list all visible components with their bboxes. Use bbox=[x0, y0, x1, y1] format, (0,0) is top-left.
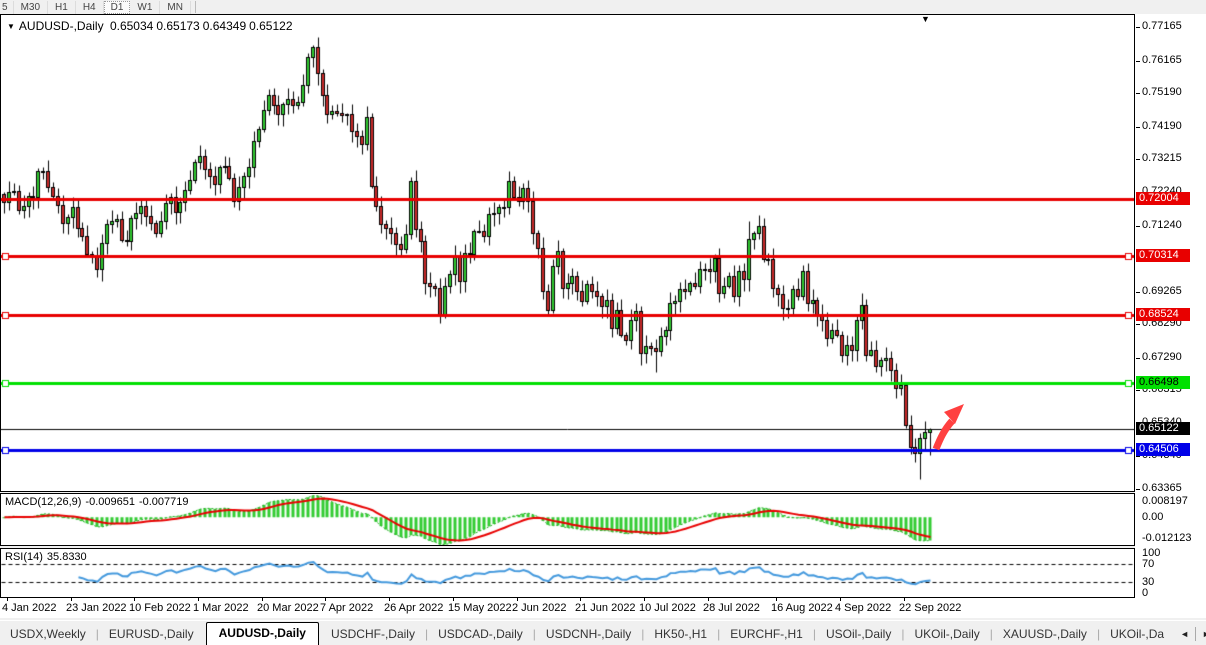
date-axis-label: 2 Jun 2022 bbox=[512, 602, 566, 614]
macd-axis-label: -0.012123 bbox=[1142, 532, 1192, 544]
ohlc-open: 0.65034 bbox=[110, 19, 153, 33]
date-axis-tick bbox=[776, 598, 777, 601]
date-axis-label: 4 Sep 2022 bbox=[835, 602, 891, 614]
price-level-badge: 0.64506 bbox=[1136, 443, 1190, 456]
mt4-chart-window: 5M30H1H4D1W1MN ▼AUDUSD-,Daily 0.650340.6… bbox=[0, 0, 1206, 645]
timeframe-button-mn[interactable]: MN bbox=[160, 1, 191, 14]
date-axis-tick bbox=[453, 598, 454, 601]
macd-axis-label: 0.008197 bbox=[1142, 495, 1188, 507]
macd-axis-label: 0.00 bbox=[1142, 511, 1163, 523]
date-axis-tick bbox=[580, 598, 581, 601]
chart-tab-usdcnh-daily[interactable]: USDCNH-,Daily bbox=[536, 623, 641, 645]
date-axis-label: 15 May 2022 bbox=[448, 602, 512, 614]
date-axis: 4 Jan 2022 23 Jan 202210 Feb 20221 Mar 20… bbox=[0, 598, 1206, 618]
chart-title: ▼ AUDUSD-,Daily 0.650340.65173 0.643490.65… bbox=[7, 19, 296, 33]
price-axis-tick: 0.67290 bbox=[1142, 351, 1182, 363]
rsi-name: RSI(14) bbox=[5, 551, 43, 563]
rsi-axis-label: 30 bbox=[1142, 576, 1154, 588]
timeframe-button-h4[interactable]: H4 bbox=[76, 1, 104, 14]
date-axis-tick bbox=[389, 598, 390, 601]
price-axis-tick: 0.74190 bbox=[1142, 120, 1182, 132]
tab-scroll-controls: ◄► bbox=[1174, 621, 1206, 645]
ohlc-high: 0.65173 bbox=[156, 19, 199, 33]
timeframe-button-d1[interactable]: D1 bbox=[104, 1, 131, 14]
price-axis-tick: 0.77165 bbox=[1142, 20, 1182, 32]
date-axis-label: 28 Jul 2022 bbox=[703, 602, 760, 614]
price-axis-tick: 0.71240 bbox=[1142, 219, 1182, 231]
price-level-badge: 0.66498 bbox=[1136, 376, 1190, 389]
macd-name: MACD(12,26,9) bbox=[5, 496, 81, 508]
chart-tab-eurchf-h1[interactable]: EURCHF-,H1 bbox=[720, 623, 813, 645]
date-axis-tick bbox=[517, 598, 518, 601]
date-axis-label: 10 Jul 2022 bbox=[639, 602, 696, 614]
timeframe-button-w1[interactable]: W1 bbox=[130, 1, 160, 14]
price-level-badge: 0.68524 bbox=[1136, 308, 1190, 321]
rsi-pane: RSI(14) 35.8330 bbox=[0, 548, 1135, 598]
timeframe-button-5[interactable]: 5 bbox=[0, 1, 14, 14]
date-axis-tick bbox=[262, 598, 263, 601]
date-axis-tick bbox=[708, 598, 709, 601]
date-axis-label: 1 Mar 2022 bbox=[193, 602, 249, 614]
ohlc-low: 0.64349 bbox=[203, 19, 246, 33]
rsi-canvas bbox=[1, 549, 1134, 597]
symbol-label: AUDUSD-,Daily bbox=[19, 19, 104, 33]
macd-value-main: -0.009651 bbox=[85, 496, 135, 508]
date-axis-tick bbox=[644, 598, 645, 601]
date-axis-label: 10 Feb 2022 bbox=[129, 602, 191, 614]
date-axis-tick bbox=[904, 598, 905, 601]
macd-label: MACD(12,26,9) -0.009651 -0.007719 bbox=[5, 496, 193, 508]
chart-tab-audusd-daily[interactable]: AUDUSD-,Daily bbox=[206, 622, 319, 645]
tab-scroll-right-icon[interactable]: ► bbox=[1196, 629, 1206, 639]
price-axis-tick: 0.76165 bbox=[1142, 54, 1182, 66]
tab-scroll-left-icon[interactable]: ◄ bbox=[1174, 629, 1195, 639]
date-axis-tick bbox=[7, 598, 8, 601]
date-axis-tick bbox=[840, 598, 841, 601]
date-axis-label: 21 Jun 2022 bbox=[575, 602, 636, 614]
price-axis-tick: 0.75190 bbox=[1142, 86, 1182, 98]
date-axis-tick bbox=[71, 598, 72, 601]
timeframe-button-m30[interactable]: M30 bbox=[14, 1, 48, 14]
chart-tab-usoil-daily[interactable]: USOil-,Daily bbox=[816, 623, 901, 645]
chart-tab-xauusd-daily[interactable]: XAUUSD-,Daily bbox=[993, 623, 1097, 645]
date-axis-tick bbox=[134, 598, 135, 601]
date-axis-label: 20 Mar 2022 bbox=[257, 602, 319, 614]
price-level-badge: 0.65122 bbox=[1136, 422, 1190, 435]
date-axis-label: 23 Jan 2022 bbox=[66, 602, 127, 614]
date-axis-label: 26 Apr 2022 bbox=[384, 602, 443, 614]
ohlc-close: 0.65122 bbox=[249, 19, 292, 33]
date-axis-label: 22 Sep 2022 bbox=[899, 602, 961, 614]
rsi-axis-label: 0 bbox=[1142, 587, 1148, 599]
date-axis-label: 4 Jan 2022 bbox=[2, 602, 56, 614]
rsi-label: RSI(14) 35.8330 bbox=[5, 551, 91, 563]
chart-tabs-bar: USDX,Weekly|EURUSD-,DailyAUDUSD-,DailyUS… bbox=[0, 620, 1206, 645]
chart-tab-usdcad-daily[interactable]: USDCAD-,Daily bbox=[428, 623, 533, 645]
chart-tab-usdchf-daily[interactable]: USDCHF-,Daily bbox=[321, 623, 425, 645]
rsi-value: 35.8330 bbox=[47, 551, 87, 563]
price-pane: ▼ AUDUSD-,Daily 0.650340.65173 0.643490.65… bbox=[0, 14, 1135, 492]
date-axis-tick bbox=[325, 598, 326, 601]
chart-tab-eurusd-daily[interactable]: EURUSD-,Daily bbox=[99, 623, 204, 645]
toolbar-separator bbox=[195, 1, 196, 13]
price-axis-tick: 0.63365 bbox=[1142, 482, 1182, 494]
price-level-badge: 0.70314 bbox=[1136, 249, 1190, 262]
timeframe-toolbar: 5M30H1H4D1W1MN bbox=[0, 0, 1206, 15]
rsi-axis-label: 70 bbox=[1142, 558, 1154, 570]
chart-shift-marker[interactable]: ▼ bbox=[921, 14, 930, 24]
date-axis-tick bbox=[198, 598, 199, 601]
up-arrow-annotation[interactable] bbox=[931, 403, 965, 451]
chart-tab-ukoil-daily[interactable]: UKOil-,Daily bbox=[904, 623, 989, 645]
macd-pane: MACD(12,26,9) -0.009651 -0.007719 bbox=[0, 493, 1135, 546]
timeframe-button-h1[interactable]: H1 bbox=[48, 1, 76, 14]
rsi-axis-label: 100 bbox=[1142, 547, 1160, 559]
price-axis-tick: 0.69265 bbox=[1142, 285, 1182, 297]
chart-tab-usdx-weekly[interactable]: USDX,Weekly bbox=[0, 623, 96, 645]
price-axis-tick: 0.73215 bbox=[1142, 152, 1182, 164]
symbol-dropdown-icon[interactable]: ▼ bbox=[7, 22, 15, 31]
date-axis-label: 16 Aug 2022 bbox=[771, 602, 833, 614]
chart-tab-ukoil-da[interactable]: UKOil-,Da bbox=[1100, 623, 1174, 645]
chart-tab-hk50-h1[interactable]: HK50-,H1 bbox=[644, 623, 717, 645]
date-axis-label: 7 Apr 2022 bbox=[320, 602, 373, 614]
macd-value-signal: -0.007719 bbox=[139, 496, 189, 508]
price-level-badge: 0.72004 bbox=[1136, 192, 1190, 205]
